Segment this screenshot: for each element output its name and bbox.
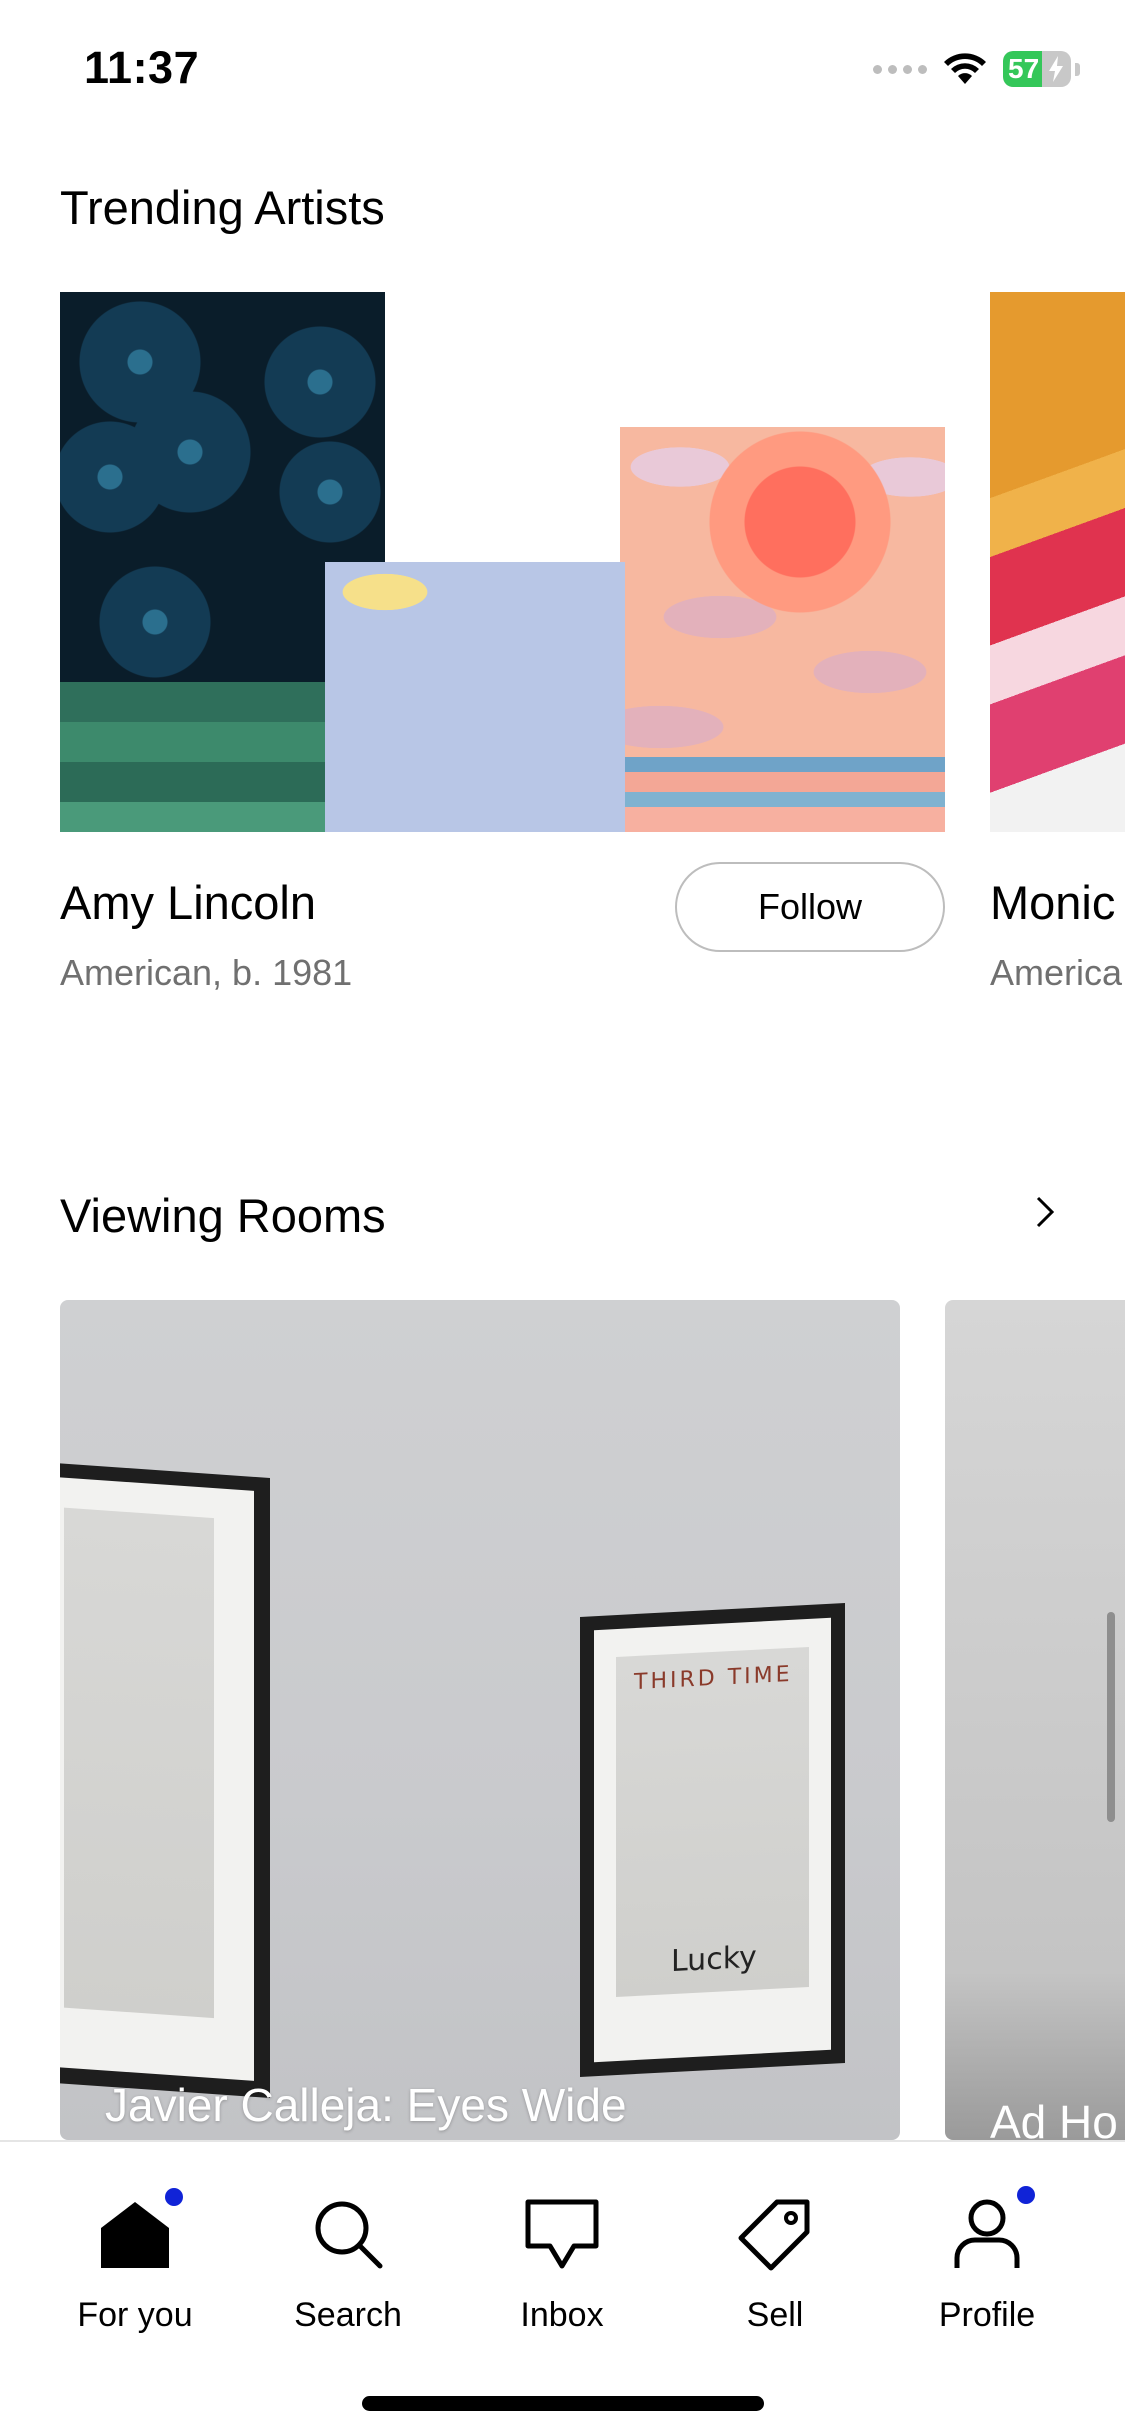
framed-artwork-left bbox=[60, 1461, 270, 2099]
follow-button[interactable]: Follow bbox=[675, 862, 945, 952]
artist-nationality-second: America bbox=[990, 952, 1123, 993]
viewing-room-title: Javier Calleja: Eyes Wide bbox=[105, 2079, 627, 2131]
inbox-icon bbox=[522, 2194, 602, 2274]
status-time: 11:37 bbox=[84, 42, 200, 93]
tab-label-sell: Sell bbox=[746, 2296, 804, 2334]
tab-label-for-you: For you bbox=[77, 2296, 193, 2334]
artwork-sun-image bbox=[620, 427, 945, 832]
search-icon bbox=[308, 2194, 388, 2274]
home-indicator[interactable] bbox=[362, 2396, 764, 2411]
tab-bar: For you Search Inbox Sell Profile bbox=[0, 2140, 1125, 2436]
status-icons: 57 bbox=[873, 48, 1080, 90]
notification-dot bbox=[165, 2188, 183, 2206]
tab-label-search: Search bbox=[294, 2296, 402, 2334]
artwork-second-artist-image[interactable] bbox=[990, 292, 1125, 832]
viewing-rooms-title: Viewing Rooms bbox=[60, 1189, 386, 1242]
battery-icon: 57 bbox=[1003, 51, 1071, 87]
trending-artists-title: Trending Artists bbox=[60, 181, 385, 234]
tab-for-you[interactable]: For you bbox=[35, 2142, 235, 2342]
framed-artwork-right: THIRD TIME Lucky bbox=[580, 1603, 845, 2077]
artist-name-second[interactable]: Monic bbox=[990, 875, 1115, 930]
battery-level: 57 bbox=[1008, 53, 1040, 84]
print-text-top: THIRD TIME bbox=[634, 1661, 793, 1696]
tab-sell[interactable]: Sell bbox=[675, 2142, 875, 2342]
artist-artwork-collage[interactable] bbox=[60, 292, 945, 832]
artist-nationality: American, b. 1981 bbox=[60, 952, 353, 993]
cellular-signal-icon bbox=[873, 64, 927, 74]
battery-cap bbox=[1075, 62, 1080, 76]
scroll-indicator[interactable] bbox=[1107, 1612, 1115, 1822]
tab-label-inbox: Inbox bbox=[520, 2296, 604, 2334]
notification-dot bbox=[1017, 2186, 1035, 2204]
tab-profile[interactable]: Profile bbox=[887, 2142, 1087, 2342]
tab-search[interactable]: Search bbox=[248, 2142, 448, 2342]
content: Trending Artists Amy Lincoln American, b… bbox=[0, 0, 1125, 2436]
wifi-icon bbox=[944, 53, 986, 84]
home-icon bbox=[95, 2188, 183, 2274]
artwork-clouds-image bbox=[325, 562, 625, 832]
viewing-room-title-second: Ad Ho bbox=[990, 2096, 1118, 2140]
status-bar: 11:37 57 bbox=[0, 0, 1125, 135]
artist-name[interactable]: Amy Lincoln bbox=[60, 875, 316, 930]
viewing-room-card[interactable]: THIRD TIME Lucky Javier Calleja: Eyes Wi… bbox=[60, 1300, 900, 2140]
charging-bolt-icon bbox=[1049, 56, 1063, 82]
tab-inbox[interactable]: Inbox bbox=[462, 2142, 662, 2342]
tag-icon bbox=[735, 2194, 815, 2274]
chevron-right-icon[interactable] bbox=[1030, 1192, 1060, 1232]
print-text-bottom: Lucky bbox=[671, 1939, 757, 1980]
viewing-room-card-second[interactable]: Ad Ho bbox=[945, 1300, 1125, 2140]
profile-icon bbox=[947, 2186, 1035, 2274]
tab-label-profile: Profile bbox=[938, 2296, 1036, 2334]
